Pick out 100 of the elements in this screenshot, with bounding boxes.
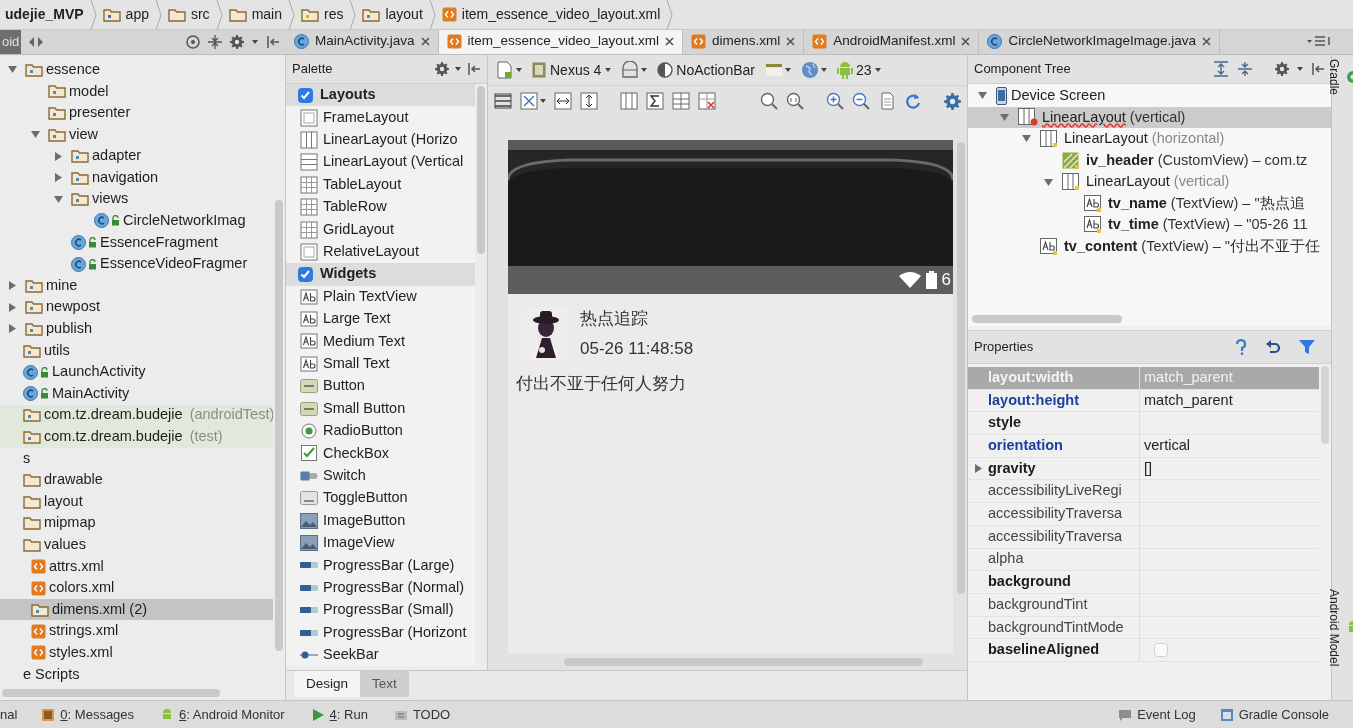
- close-icon[interactable]: [786, 37, 796, 46]
- device-file-icon[interactable]: [496, 61, 514, 79]
- collapse-arrow-icon[interactable]: [7, 65, 17, 75]
- palette-item[interactable]: GridLayout: [286, 218, 475, 241]
- palette-item[interactable]: RelativeLayout: [286, 240, 475, 264]
- tree-item[interactable]: attrs.xml: [0, 555, 273, 578]
- tree-item[interactable]: views: [0, 188, 273, 211]
- collapse-arrow-icon[interactable]: [53, 194, 63, 204]
- hide-panel-icon[interactable]: [1311, 62, 1325, 76]
- expand-arrow-icon[interactable]: [7, 302, 17, 312]
- editor-mode-tab[interactable]: Text: [360, 671, 409, 697]
- component-tree-item[interactable]: LinearLayout (horizontal): [968, 128, 1331, 150]
- tree-item[interactable]: navigation: [0, 166, 273, 189]
- expand-arrow-icon[interactable]: [7, 281, 17, 291]
- tool-window-button[interactable]: TODO: [393, 704, 451, 725]
- close-icon[interactable]: [420, 37, 430, 46]
- tool-window-button[interactable]: Event Log: [1118, 704, 1196, 725]
- columns-icon[interactable]: [620, 92, 638, 110]
- zoom-fit-icon[interactable]: [760, 92, 778, 110]
- palette-item[interactable]: LinearLayout (Horizo: [286, 128, 475, 152]
- globe-icon[interactable]: [800, 61, 819, 79]
- palette-item[interactable]: LinearLayout (Vertical: [286, 151, 475, 174]
- tree-item[interactable]: s: [0, 447, 273, 470]
- help-icon[interactable]: [1235, 339, 1247, 355]
- left-right-arrows-icon[interactable]: [29, 37, 44, 47]
- fit-screen-icon[interactable]: [520, 92, 538, 110]
- refresh-icon[interactable]: [904, 92, 922, 110]
- tree-item[interactable]: model: [0, 80, 273, 103]
- tree-item[interactable]: EssenceFragment: [0, 231, 273, 254]
- checkbox[interactable]: [298, 87, 313, 103]
- property-name[interactable]: backgroundTintMode: [968, 616, 1140, 639]
- palette-item[interactable]: Button: [286, 375, 475, 398]
- close-icon[interactable]: [664, 37, 674, 46]
- expand-arrow-icon[interactable]: [53, 151, 63, 161]
- scrollbar-thumb[interactable]: [275, 200, 283, 651]
- tree-item[interactable]: com.tz.dream.budejie (test): [0, 426, 273, 448]
- collapse-arrow-icon[interactable]: [1021, 134, 1031, 144]
- palette-item[interactable]: ProgressBar (Large): [286, 554, 475, 577]
- palette-item[interactable]: RadioButton: [286, 419, 475, 443]
- expand-arrow-icon[interactable]: [7, 324, 17, 334]
- collapse-arrow-icon[interactable]: [999, 112, 1009, 122]
- tool-window-button[interactable]: 6: Android Monitor: [160, 704, 285, 725]
- tree-item[interactable]: dimens.xml (2): [0, 598, 273, 621]
- tree-item[interactable]: drawable: [0, 469, 273, 491]
- tool-window-button[interactable]: nal: [0, 704, 18, 725]
- palette-item[interactable]: TableRow: [286, 195, 475, 219]
- palette-item[interactable]: ProgressBar (Normal): [286, 576, 475, 599]
- tree-item[interactable]: CircleNetworkImag: [0, 210, 273, 232]
- hide-panel-icon[interactable]: [266, 35, 280, 49]
- component-tree-item[interactable]: iv_header (CustomView) – com.tz: [968, 149, 1331, 172]
- settings-icon[interactable]: [944, 92, 961, 110]
- settings-icon[interactable]: [435, 62, 449, 76]
- breadcrumb-item[interactable]: res: [295, 0, 350, 29]
- palette-item[interactable]: ToggleButton: [286, 487, 475, 510]
- palette-item[interactable]: TableLayout: [286, 173, 475, 196]
- activity-icon[interactable]: [764, 61, 783, 79]
- target-icon[interactable]: [186, 35, 200, 49]
- tree-item[interactable]: presenter: [0, 102, 273, 124]
- palette-item[interactable]: ImageButton: [286, 509, 475, 532]
- tree-item[interactable]: LaunchActivity: [0, 361, 273, 383]
- property-name[interactable]: accessibilityTraversa: [968, 525, 1140, 548]
- tree-item[interactable]: e Scripts: [0, 663, 273, 686]
- filter-icon[interactable]: [1299, 339, 1315, 355]
- hide-panel-icon[interactable]: [467, 62, 481, 76]
- tree-item[interactable]: EssenceVideoFragmer: [0, 253, 273, 275]
- project-view-selector[interactable]: oid: [0, 30, 22, 54]
- breadcrumb-item[interactable]: main: [222, 0, 288, 29]
- tree-item[interactable]: com.tz.dream.budejie (androidTest): [0, 404, 273, 427]
- editor-tab[interactable]: item_essence_video_layout.xml: [438, 30, 683, 54]
- scrollbar-thumb[interactable]: [477, 86, 485, 254]
- tree-item[interactable]: mipmap: [0, 512, 273, 535]
- api-level-dropdown[interactable]: 23: [836, 59, 881, 81]
- property-name[interactable]: accessibilityTraversa: [968, 503, 1140, 525]
- palette-item[interactable]: ImageView: [286, 531, 475, 555]
- expand-arrow-icon[interactable]: [53, 173, 63, 183]
- collapse-all-icon[interactable]: [1237, 61, 1253, 77]
- tree-item[interactable]: values: [0, 534, 273, 556]
- editor-tab[interactable]: dimens.xml: [682, 30, 805, 54]
- tool-window-button[interactable]: 4: Run: [310, 704, 368, 725]
- zoom-out-icon[interactable]: [852, 92, 870, 110]
- property-value[interactable]: match_parent: [1144, 389, 1233, 412]
- close-icon[interactable]: [961, 37, 971, 46]
- side-tool-tab[interactable]: Android Model: [1325, 588, 1353, 666]
- scrollbar-thumb[interactable]: [2, 689, 220, 697]
- tree-item[interactable]: layout: [0, 490, 273, 513]
- property-name[interactable]: background: [968, 571, 1140, 593]
- editor-tab[interactable]: MainActivity.java: [286, 30, 439, 54]
- property-name[interactable]: style: [968, 412, 1140, 435]
- component-tree-item[interactable]: tv_content (TextView) – "付出不亚于任: [968, 236, 1331, 258]
- palette-item[interactable]: FrameLayout: [286, 106, 475, 129]
- breadcrumb-item[interactable]: layout: [356, 0, 429, 29]
- tree-item[interactable]: adapter: [0, 145, 273, 167]
- breadcrumb-item[interactable]: item_essence_video_layout.xml: [435, 0, 667, 29]
- zoom-in-icon[interactable]: [826, 92, 844, 110]
- checkbox[interactable]: [298, 266, 313, 282]
- palette-item[interactable]: Medium Text: [286, 330, 475, 353]
- editor-mode-tab[interactable]: Design: [294, 671, 361, 697]
- tree-item[interactable]: newpost: [0, 296, 273, 319]
- tree-item[interactable]: view: [0, 123, 273, 146]
- rotate-device-icon[interactable]: [621, 61, 640, 79]
